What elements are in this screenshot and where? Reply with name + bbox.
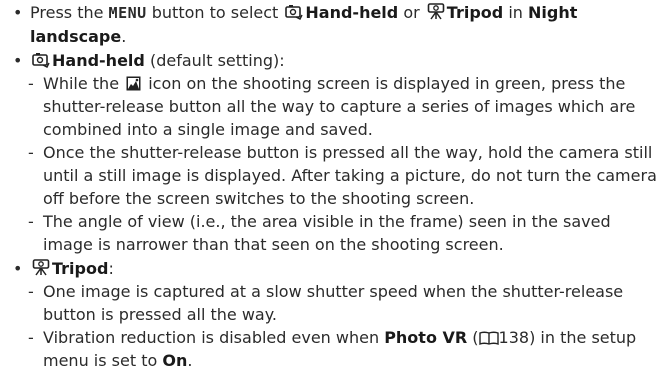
text: or	[398, 3, 425, 22]
dash: -	[28, 212, 34, 231]
handheld-icon	[32, 52, 50, 68]
sub-item-hold-still: - Once the shutter-release button is pre…	[0, 141, 665, 210]
bullet-dot: •	[13, 3, 23, 22]
text: .	[121, 27, 127, 46]
handheld-label: Hand-held	[305, 3, 399, 22]
text: in	[503, 3, 528, 22]
text: (default setting):	[144, 51, 285, 70]
text: Press the	[30, 3, 109, 22]
text: Vibration reduction is disabled even whe…	[43, 328, 385, 347]
handheld-heading: Hand-held	[52, 51, 145, 70]
sub-item-slow-shutter: - One image is captured at a slow shutte…	[0, 280, 665, 326]
tripod-icon	[32, 259, 50, 276]
sub-item-angle-of-view: - The angle of view (i.e., the area visi…	[0, 210, 665, 256]
night-landscape-icon	[126, 76, 141, 91]
text: Once the shutter-release button is press…	[43, 143, 657, 208]
bullet-dot: •	[13, 51, 23, 70]
text: (	[467, 328, 479, 347]
text: :	[108, 259, 114, 278]
text: One image is captured at a slow shutter …	[43, 282, 624, 324]
on-label: On	[162, 351, 188, 370]
tripod-heading: Tripod	[52, 259, 109, 278]
sub-item-vibration-reduction: - Vibration reduction is disabled even w…	[0, 326, 665, 372]
menu-button-label: MENU	[108, 4, 147, 22]
manual-page: • Press the MENU button to select Hand-h…	[0, 0, 665, 372]
page-reference-link[interactable]: 138	[499, 328, 530, 347]
bullet-dot: •	[13, 259, 23, 278]
page-reference-icon	[478, 328, 499, 347]
photo-vr-label: Photo VR	[384, 328, 468, 347]
text: While the	[43, 74, 125, 93]
dash: -	[28, 143, 34, 162]
dash: -	[28, 328, 34, 347]
tripod-icon	[427, 3, 445, 20]
bullet-select-mode: • Press the MENU button to select Hand-h…	[0, 1, 665, 48]
bullet-handheld: • Hand-held (default setting):	[0, 49, 665, 72]
text: The angle of view (i.e., the area visibl…	[43, 212, 611, 254]
bullet-tripod: • Tripod:	[0, 257, 665, 280]
text: button to select	[146, 3, 284, 22]
handheld-icon	[285, 4, 304, 20]
dash: -	[28, 282, 34, 301]
text: .	[187, 351, 193, 370]
tripod-label: Tripod	[446, 3, 504, 22]
dash: -	[28, 74, 34, 93]
sub-item-green-icon: - While the icon on the shooting screen …	[0, 72, 665, 141]
